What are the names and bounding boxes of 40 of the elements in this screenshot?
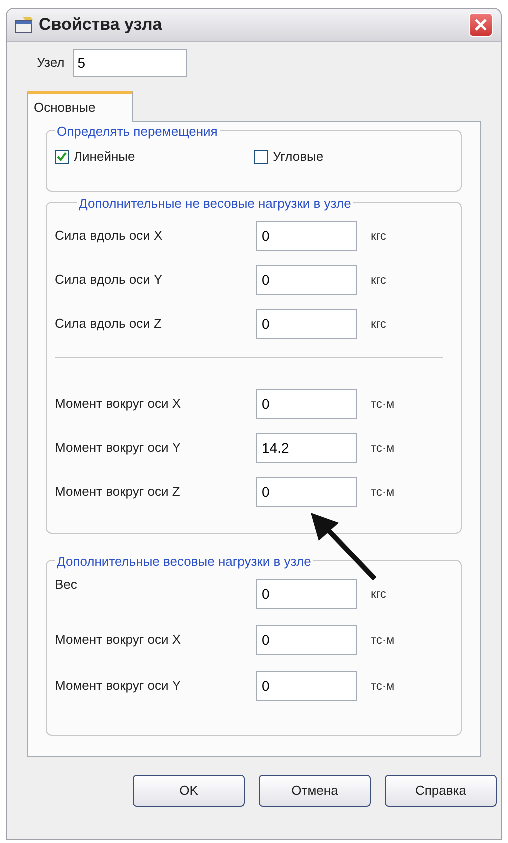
unit-label: кгс [371,272,386,289]
checkbox[interactable]: Линейные [55,147,254,166]
unit-label: тс·м [371,678,395,695]
field-label: Момент вокруг оси X [55,631,182,650]
unit-label: кгс [371,586,386,603]
value-field[interactable]: 0 [256,671,357,701]
value-field[interactable]: 0 [256,579,357,609]
value-field[interactable]: 0 [256,221,357,251]
dialog-button[interactable]: Справка [385,775,497,807]
checkmark-icon [57,152,67,162]
tab[interactable]: Основные [27,91,133,122]
window-icon [15,16,35,34]
checkbox[interactable]: Угловые [254,147,453,166]
value-field[interactable]: 0 [256,625,357,655]
field-label: Сила вдоль оси Y [55,271,164,290]
unit-label: тс·м [371,484,395,501]
unit-label: кгс [371,316,386,333]
field-label: Узел [37,54,65,72]
field-label: Момент вокруг оси Y [55,677,182,696]
dialog-button[interactable]: Отмена [259,775,371,807]
field-label: Момент вокруг оси Z [55,483,182,502]
close-icon [475,19,487,31]
window-title: Свойства узла [39,14,162,36]
value-field[interactable]: 0 [256,265,357,295]
field-label: Сила вдоль оси X [55,227,164,246]
field-label: Момент вокруг оси Y [55,439,182,458]
value-field[interactable]: 0 [256,309,357,339]
unit-label: тс·м [371,396,395,413]
unit-label: тс·м [371,440,395,457]
close-button[interactable] [469,13,493,37]
dialog-button[interactable]: OK [133,775,245,807]
node-field[interactable]: 5 [72,49,187,77]
unit-label: тс·м [371,632,395,649]
field-label: Вес [55,576,78,594]
value-field[interactable]: 0 [256,477,357,507]
field-label: Сила вдоль оси Z [55,315,163,334]
value-field[interactable]: 0 [256,389,357,419]
unit-label: кгс [371,228,386,245]
field-label: Момент вокруг оси X [55,395,182,414]
value-field[interactable]: 14.2 [256,433,357,463]
